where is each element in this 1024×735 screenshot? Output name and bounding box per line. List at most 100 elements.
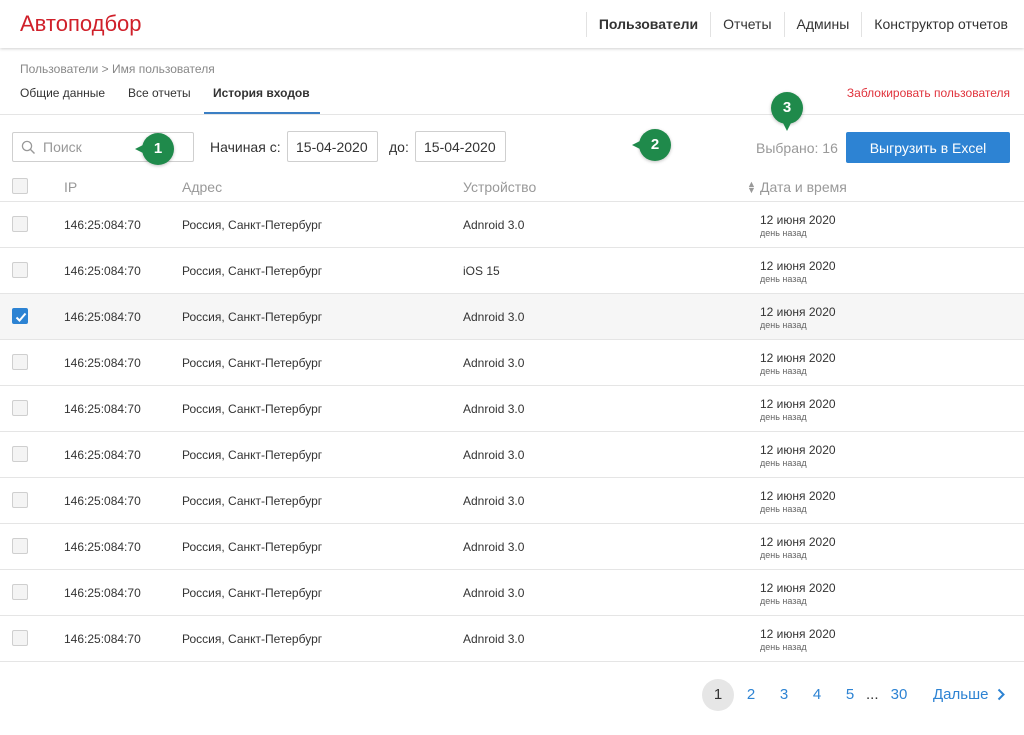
annotation-marker-2: 2: [632, 129, 671, 161]
table-row[interactable]: 146:25:084:70 Россия, Санкт-Петербург Adnr…: [0, 524, 1024, 570]
pagination-ellipsis: ...: [866, 686, 879, 703]
nav-item-reports[interactable]: Отчеты: [710, 12, 783, 37]
cell-ip: 146:25:084:70: [64, 540, 141, 554]
cell-ip: 146:25:084:70: [64, 356, 141, 370]
cell-date: 12 июня 2020: [760, 489, 836, 503]
export-excel-button[interactable]: Выгрузить в Excel: [846, 132, 1010, 163]
cell-address: Россия, Санкт-Петербург: [182, 402, 323, 416]
column-header-datetime[interactable]: Дата и время: [760, 179, 847, 195]
cell-datetime: 12 июня 2020 день назад: [760, 581, 836, 606]
cell-date-relative: день назад: [760, 412, 807, 422]
cell-date: 12 июня 2020: [760, 351, 836, 365]
cell-date: 12 июня 2020: [760, 305, 836, 319]
column-header-device: Устройство: [463, 179, 537, 195]
app-logo[interactable]: Автоподбор: [20, 11, 142, 37]
row-checkbox[interactable]: [12, 492, 28, 508]
page-button-3[interactable]: 3: [768, 679, 800, 711]
table-row[interactable]: 146:25:084:70 Россия, Санкт-Петербург Adnr…: [0, 202, 1024, 248]
cell-date-relative: день назад: [760, 366, 807, 376]
cell-date: 12 июня 2020: [760, 535, 836, 549]
row-checkbox[interactable]: [12, 262, 28, 278]
cell-address: Россия, Санкт-Петербург: [182, 218, 323, 232]
nav-item-report-builder[interactable]: Конструктор отчетов: [861, 12, 1020, 37]
page-button-last[interactable]: 30: [883, 679, 915, 711]
block-user-link[interactable]: Заблокировать пользователя: [847, 86, 1010, 100]
cell-date-relative: день назад: [760, 596, 807, 606]
cell-ip: 146:25:084:70: [64, 310, 141, 324]
cell-date: 12 июня 2020: [760, 213, 836, 227]
next-page-link[interactable]: Дальше: [933, 686, 988, 703]
row-checkbox[interactable]: [12, 354, 28, 370]
row-checkbox[interactable]: [12, 216, 28, 232]
nav-item-admins[interactable]: Админы: [783, 12, 862, 37]
cell-device: Adnroid 3.0: [463, 494, 525, 508]
row-checkbox[interactable]: [12, 446, 28, 462]
nav-item-users[interactable]: Пользователи: [585, 12, 710, 37]
cell-ip: 146:25:084:70: [64, 264, 141, 278]
page-button-2[interactable]: 2: [735, 679, 767, 711]
checkmark-icon: [15, 312, 27, 322]
cell-device: Adnroid 3.0: [463, 356, 525, 370]
tab-login-history[interactable]: История входов: [213, 86, 310, 100]
active-tab-indicator: [204, 112, 320, 114]
page-button-4[interactable]: 4: [801, 679, 833, 711]
cell-address: Россия, Санкт-Петербург: [182, 540, 323, 554]
table-row[interactable]: 146:25:084:70 Россия, Санкт-Петербург Adnr…: [0, 340, 1024, 386]
tab-all-reports[interactable]: Все отчеты: [128, 86, 191, 100]
row-checkbox[interactable]: [12, 400, 28, 416]
cell-date-relative: день назад: [760, 550, 807, 560]
table-row[interactable]: 146:25:084:70 Россия, Санкт-Петербург Adnr…: [0, 294, 1024, 340]
cell-ip: 146:25:084:70: [64, 218, 141, 232]
cell-address: Россия, Санкт-Петербург: [182, 586, 323, 600]
cell-address: Россия, Санкт-Петербург: [182, 264, 323, 278]
table-row[interactable]: 146:25:084:70 Россия, Санкт-Петербург Adnr…: [0, 478, 1024, 524]
annotation-marker-3: 3: [771, 92, 803, 131]
cell-date: 12 июня 2020: [760, 581, 836, 595]
cell-datetime: 12 июня 2020 день назад: [760, 397, 836, 422]
cell-ip: 146:25:084:70: [64, 632, 141, 646]
row-checkbox[interactable]: [12, 584, 28, 600]
table-body: 146:25:084:70 Россия, Санкт-Петербург Adnr…: [0, 202, 1024, 662]
cell-date-relative: день назад: [760, 320, 807, 330]
table-row[interactable]: 146:25:084:70 Россия, Санкт-Петербург Adnr…: [0, 432, 1024, 478]
search-icon: [21, 140, 36, 160]
table-row[interactable]: 146:25:084:70 Россия, Санкт-Петербург iOS …: [0, 248, 1024, 294]
cell-device: Adnroid 3.0: [463, 540, 525, 554]
row-checkbox[interactable]: [12, 538, 28, 554]
cell-device: iOS 15: [463, 264, 500, 278]
sort-icon[interactable]: ▲ ▼: [747, 180, 756, 195]
cell-datetime: 12 июня 2020 день назад: [760, 305, 836, 330]
table-header: IP Адрес Устройство ▲ ▼ Дата и время: [0, 172, 1024, 202]
cell-address: Россия, Санкт-Петербург: [182, 356, 323, 370]
date-to-input[interactable]: [415, 131, 506, 162]
date-from-input[interactable]: [287, 131, 378, 162]
cell-device: Adnroid 3.0: [463, 448, 525, 462]
table-row[interactable]: 146:25:084:70 Россия, Санкт-Петербург Adnr…: [0, 616, 1024, 662]
cell-device: Adnroid 3.0: [463, 402, 525, 416]
cell-date: 12 июня 2020: [760, 397, 836, 411]
cell-datetime: 12 июня 2020 день назад: [760, 351, 836, 376]
chevron-right-icon[interactable]: [997, 688, 1005, 706]
page-button-1[interactable]: 1: [702, 679, 734, 711]
cell-ip: 146:25:084:70: [64, 402, 141, 416]
cell-address: Россия, Санкт-Петербург: [182, 448, 323, 462]
pagination: 1 2 3 4 5 ... 30 Дальше: [0, 679, 1024, 711]
cell-date-relative: день назад: [760, 458, 807, 468]
cell-ip: 146:25:084:70: [64, 448, 141, 462]
cell-date-relative: день назад: [760, 504, 807, 514]
tab-general-data[interactable]: Общие данные: [20, 86, 105, 100]
cell-address: Россия, Санкт-Петербург: [182, 494, 323, 508]
table-row[interactable]: 146:25:084:70 Россия, Санкт-Петербург Adnr…: [0, 386, 1024, 432]
select-all-checkbox[interactable]: [12, 178, 28, 194]
cell-datetime: 12 июня 2020 день назад: [760, 213, 836, 238]
cell-datetime: 12 июня 2020 день назад: [760, 489, 836, 514]
cell-date-relative: день назад: [760, 642, 807, 652]
row-checkbox[interactable]: [12, 630, 28, 646]
annotation-marker-1: 1: [135, 133, 174, 165]
cell-date-relative: день назад: [760, 274, 807, 284]
row-checkbox[interactable]: [12, 308, 28, 324]
page-button-5[interactable]: 5: [834, 679, 866, 711]
breadcrumb[interactable]: Пользователи > Имя пользователя: [20, 62, 215, 76]
table-row[interactable]: 146:25:084:70 Россия, Санкт-Петербург Adnr…: [0, 570, 1024, 616]
cell-device: Adnroid 3.0: [463, 310, 525, 324]
